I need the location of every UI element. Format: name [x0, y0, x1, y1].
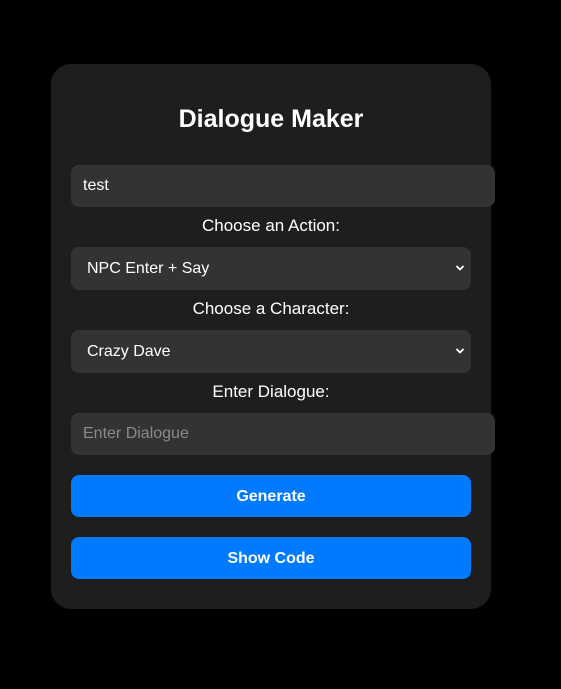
name-input[interactable]	[71, 165, 495, 207]
action-select[interactable]: NPC Enter + Say	[71, 247, 471, 290]
dialogue-input[interactable]	[71, 413, 495, 455]
character-select-value: Crazy Dave	[87, 343, 171, 360]
action-select-value: NPC Enter + Say	[87, 260, 210, 277]
generate-button[interactable]: Generate	[71, 475, 471, 517]
dialogue-maker-card: Dialogue Maker Choose an Action: NPC Ent…	[51, 64, 495, 609]
action-label: Choose an Action:	[202, 216, 340, 235]
character-select[interactable]: Crazy Dave	[71, 330, 471, 373]
character-label: Choose a Character:	[192, 299, 350, 318]
dialogue-label: Enter Dialogue:	[212, 382, 330, 401]
show-code-button[interactable]: Show Code	[71, 537, 471, 579]
page-title: Dialogue Maker	[178, 105, 364, 133]
chevron-down-icon	[456, 348, 464, 354]
chevron-down-icon	[456, 265, 464, 271]
